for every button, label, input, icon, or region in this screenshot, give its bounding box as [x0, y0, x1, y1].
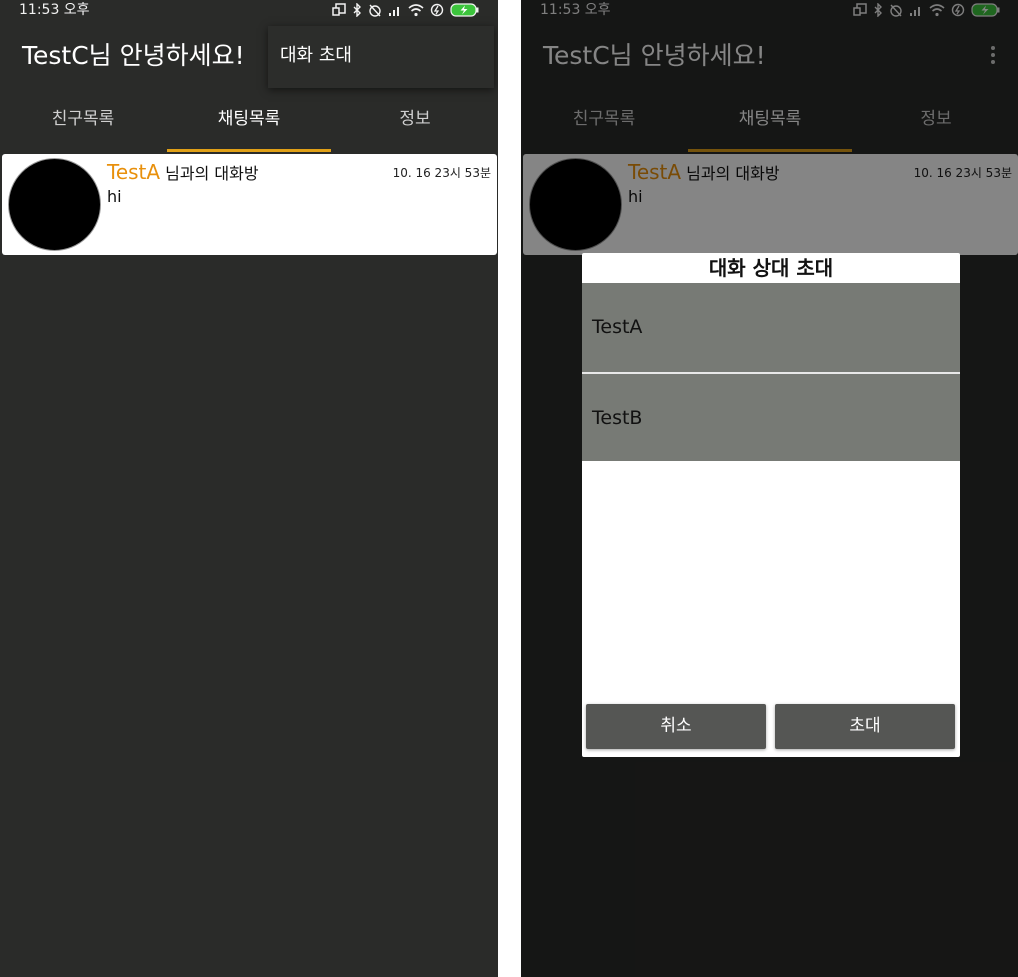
phone-screen-invite-dialog: 11:53 오후 TestC님 안녕하세요! 친구목록 채팅목록 정보 Test… [521, 0, 1018, 977]
tab-bar: 친구목록 채팅목록 정보 [0, 92, 498, 152]
dialog-title: 대화 상대 초대 [708, 256, 834, 280]
battery-charging-icon [450, 3, 479, 17]
status-bar: 11:53 오후 [0, 0, 498, 22]
status-time: 11:53 오후 [19, 2, 90, 18]
tab-info[interactable]: 정보 [332, 92, 498, 152]
partner-name: TestA [107, 160, 161, 184]
invite-button[interactable]: 초대 [775, 704, 955, 749]
tab-indicator [167, 149, 331, 152]
alarm-off-icon [369, 4, 381, 17]
tab-friends[interactable]: 친구목록 [0, 92, 166, 152]
bluetooth-icon [353, 3, 361, 17]
chat-timestamp: 10. 16 23시 53분 [392, 166, 491, 180]
chat-room-title-suffix: 님과의 대화방 [160, 164, 259, 183]
phone-screen-menu-open: 11:53 오후 TestC님 안녕하세요! 대화 초대 친구목록 채팅목록 정… [0, 0, 498, 977]
friend-option-testb[interactable]: TestB [582, 372, 960, 461]
signal-icon [389, 7, 399, 16]
chat-room-title: TestA 님과의 대화방 [107, 158, 259, 188]
wifi-icon [408, 4, 424, 17]
friend-list: TestA TestB [582, 283, 960, 461]
status-icons [332, 2, 480, 18]
overflow-menu-popup: 대화 초대 [268, 26, 494, 88]
invite-dialog: 대화 상대 초대 TestA TestB 취소 초대 [582, 253, 960, 757]
data-saver-icon [430, 3, 444, 17]
tab-chats[interactable]: 채팅목록 [166, 92, 332, 152]
page-title: TestC님 안녕하세요! [22, 41, 245, 70]
menu-item-invite[interactable]: 대화 초대 [268, 26, 494, 88]
friend-option-testa[interactable]: TestA [582, 283, 960, 372]
last-message: hi [107, 187, 122, 206]
cancel-button[interactable]: 취소 [586, 704, 766, 749]
chat-room-item[interactable]: TestA 님과의 대화방 10. 16 23시 53분 hi [2, 154, 497, 255]
screen-cast-icon [332, 3, 346, 16]
avatar [8, 158, 101, 251]
